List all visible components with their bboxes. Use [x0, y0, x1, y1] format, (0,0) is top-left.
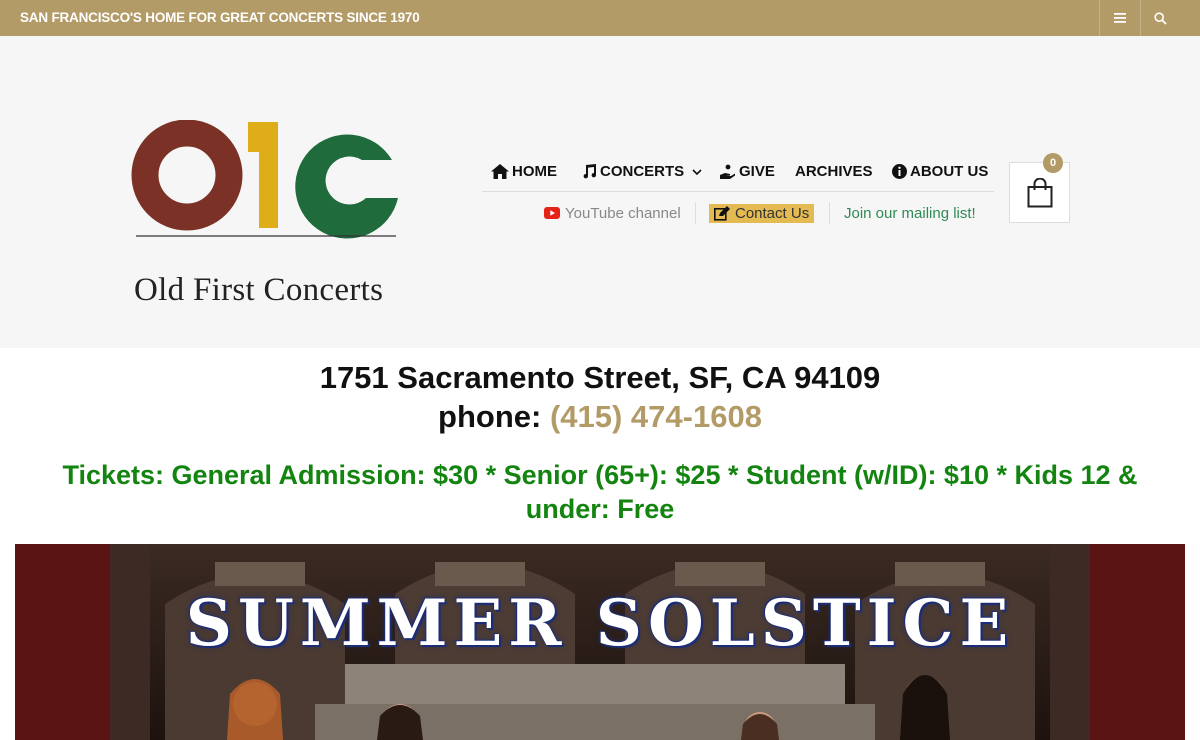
nav-label-about-us: ABOUT US — [910, 163, 989, 180]
nav-item-give[interactable]: GIVE — [719, 163, 775, 180]
chevron-down-icon — [692, 168, 702, 175]
cart-count-badge: 0 — [1043, 153, 1063, 173]
phone-label: phone: — [438, 399, 550, 434]
concert-banner[interactable]: SUMMER SOLSTICE — [15, 544, 1185, 740]
site-logo[interactable] — [130, 119, 405, 280]
divider — [695, 202, 696, 224]
menu-button[interactable] — [1099, 0, 1139, 36]
contact-us-label: Contact Us — [735, 205, 810, 222]
nav-item-concerts[interactable]: CONCERTS — [581, 163, 703, 180]
secondary-nav: YouTube channel Contact Us Join our mail… — [482, 202, 994, 224]
top-bar: SAN FRANCISCO'S HOME FOR GREAT CONCERTS … — [0, 0, 1200, 36]
nav-label-give: GIVE — [739, 163, 775, 180]
venue-phone: phone: (415) 474-1608 — [0, 399, 1200, 435]
ticket-prices: Tickets: General Admission: $30 * Senior… — [62, 460, 1138, 524]
nav-item-archives[interactable]: ARCHIVES — [795, 163, 873, 180]
edit-icon — [714, 206, 730, 221]
nav-label-home: HOME — [512, 163, 557, 180]
music-note-icon — [583, 164, 597, 179]
home-icon — [491, 164, 509, 179]
shopping-bag-icon — [1027, 177, 1052, 207]
phone-number-link[interactable]: (415) 474-1608 — [550, 399, 762, 434]
mailing-list-label: Join our mailing list! — [844, 204, 976, 222]
hand-give-icon — [720, 164, 735, 179]
contact-us-link[interactable]: Contact Us — [709, 204, 815, 223]
nav-item-about-us[interactable]: ABOUT US — [892, 163, 988, 180]
tagline: SAN FRANCISCO'S HOME FOR GREAT CONCERTS … — [20, 10, 420, 25]
cart-button[interactable] — [1009, 162, 1070, 223]
site-header: Old First Concerts HOME CONCERTS GIVE AR… — [0, 36, 1200, 348]
mailing-list-link[interactable]: Join our mailing list! — [844, 202, 976, 224]
nav-item-home[interactable]: HOME — [491, 163, 557, 180]
main-nav: HOME CONCERTS GIVE ARCHIVES ABOUT US — [482, 158, 994, 192]
logo-mark — [131, 119, 398, 239]
info-icon — [892, 164, 907, 179]
banner-title: SUMMER SOLSTICE — [185, 586, 1015, 661]
youtube-link[interactable]: YouTube channel — [544, 202, 681, 224]
youtube-label: YouTube channel — [565, 204, 681, 222]
search-icon — [1154, 11, 1167, 25]
youtube-icon — [544, 207, 560, 219]
venue-address: 1751 Sacramento Street, SF, CA 94109 — [319, 360, 881, 395]
search-button[interactable] — [1140, 0, 1180, 36]
nav-label-archives: ARCHIVES — [795, 163, 873, 180]
nav-label-concerts: CONCERTS — [600, 163, 685, 180]
logo-text: Old First Concerts — [134, 272, 384, 308]
divider — [829, 202, 830, 224]
hamburger-icon — [1113, 13, 1126, 23]
